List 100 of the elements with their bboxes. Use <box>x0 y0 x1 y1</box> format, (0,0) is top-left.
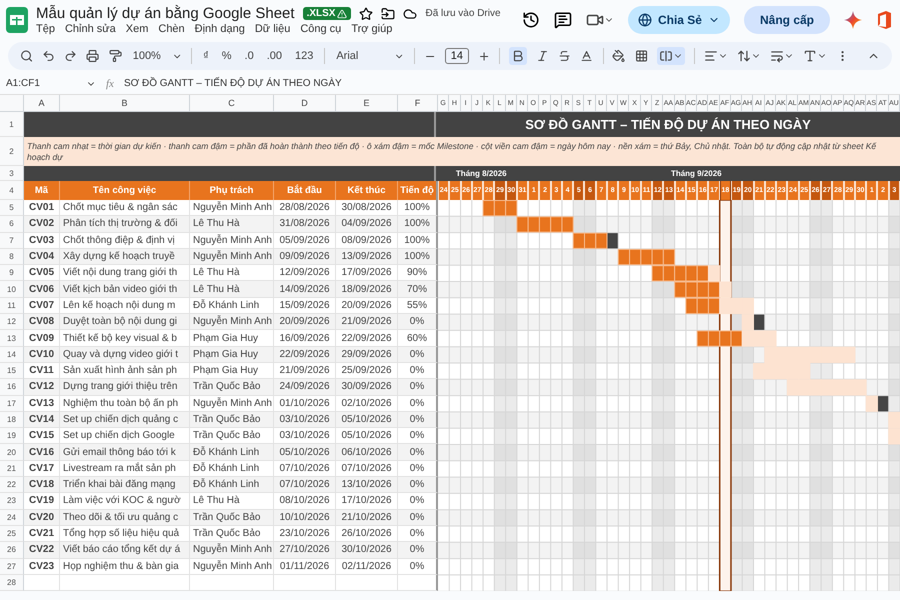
name-box[interactable]: A1:CF1 <box>6 78 76 89</box>
font-dropdown[interactable]: Arial <box>334 48 386 64</box>
strikethrough-icon[interactable] <box>558 49 572 63</box>
row-header[interactable]: 28 <box>0 574 24 592</box>
formula-input[interactable]: SƠ ĐỒ GANTT – TIẾN ĐỘ DỰ ÁN THEO NGÀY <box>124 78 342 89</box>
paint-format-icon[interactable] <box>108 49 122 63</box>
row-header[interactable]: 3 <box>0 166 24 181</box>
row-header[interactable]: 5 <box>0 200 24 216</box>
share-button[interactable]: Chia Sẻ <box>628 6 730 34</box>
row-header[interactable]: 1 <box>0 112 24 137</box>
merge-icon[interactable] <box>658 49 673 63</box>
percent-format-button[interactable]: % <box>220 48 234 64</box>
document-title[interactable]: Mẫu quản lý dự án bằng Google Sheet <box>36 5 295 22</box>
plus-icon[interactable] <box>478 50 490 62</box>
number-format-button[interactable]: 123 <box>293 48 316 64</box>
menu-item[interactable]: Trợ giúp <box>351 23 392 35</box>
table-header: Tên công việc <box>60 181 190 200</box>
table-cell: Viết nội dung trang giới th <box>60 265 190 282</box>
zoom-dropdown[interactable]: 100% <box>130 48 163 64</box>
history-icon[interactable] <box>522 11 540 29</box>
table-cell: 0% <box>398 314 438 330</box>
align-left-icon[interactable] <box>704 49 718 63</box>
text-rotation-icon[interactable] <box>802 49 817 63</box>
row-header[interactable]: 15 <box>0 362 24 380</box>
menu-item[interactable]: Định dạng <box>194 23 245 35</box>
row-header[interactable]: 21 <box>0 460 24 478</box>
redo-icon[interactable] <box>64 49 78 63</box>
row-header[interactable]: 19 <box>0 428 24 444</box>
borders-icon[interactable] <box>634 49 648 63</box>
upgrade-button[interactable]: Nâng cấp <box>744 6 830 34</box>
comment-icon[interactable] <box>554 11 572 29</box>
file-type-badge[interactable]: .XLSX <box>302 7 352 20</box>
row-header[interactable]: 27 <box>0 558 24 575</box>
row-header[interactable]: 24 <box>0 510 24 526</box>
sheets-logo-icon[interactable] <box>6 7 28 33</box>
table-cell: 90% <box>398 265 438 282</box>
table-cell: Viết kịch bản video giới th <box>60 281 190 298</box>
font-size-field[interactable]: 14 <box>444 48 469 64</box>
row-header[interactable]: 12 <box>0 314 24 330</box>
column-header[interactable]: A <box>24 95 60 112</box>
column-header[interactable]: E <box>336 95 398 112</box>
vertical-align-icon[interactable] <box>736 49 751 63</box>
row-header[interactable]: 2 <box>0 137 24 166</box>
decrease-decimals-button[interactable]: .0 <box>242 48 256 64</box>
sparkle-icon[interactable] <box>844 11 862 29</box>
row-header[interactable]: 9 <box>0 265 24 282</box>
move-folder-icon[interactable] <box>381 6 396 20</box>
table-cell: Thiết kế bộ key visual & b <box>60 330 190 347</box>
row-header[interactable]: 6 <box>0 216 24 233</box>
star-icon[interactable] <box>359 6 374 20</box>
row-header[interactable]: 23 <box>0 493 24 510</box>
increase-decimals-button[interactable]: .00 <box>264 48 284 64</box>
row-header[interactable]: 4 <box>0 181 24 200</box>
table-cell: 16/09/2026 <box>274 330 336 347</box>
table-cell: Theo dõi & tối ưu quảng c <box>60 510 190 526</box>
office-app-icon[interactable] <box>876 11 892 29</box>
text-wrap-icon[interactable] <box>770 49 784 63</box>
print-icon[interactable] <box>86 49 100 63</box>
column-header[interactable]: F <box>398 95 438 112</box>
row-header[interactable]: 7 <box>0 232 24 249</box>
table-cell: Duyệt toàn bộ nội dung gi <box>60 314 190 330</box>
menu-item[interactable]: Chỉnh sửa <box>64 23 116 35</box>
warning-icon <box>337 8 348 18</box>
row-header[interactable]: 17 <box>0 396 24 412</box>
row-header[interactable]: 8 <box>0 248 24 266</box>
column-header[interactable]: B <box>60 95 190 112</box>
merge-cells-button[interactable] <box>656 47 685 65</box>
table-cell: Gửi email thông báo tới k <box>60 444 190 461</box>
menu-item[interactable]: Chèn <box>158 23 185 35</box>
row-header[interactable]: 16 <box>0 379 24 396</box>
row-header[interactable]: 25 <box>0 526 24 542</box>
menu-item[interactable]: Xem <box>126 23 148 35</box>
table-cell: CV21 <box>24 526 60 542</box>
currency-format-button[interactable]: ₫ <box>201 48 211 64</box>
menu-item[interactable]: Dữ liệu <box>254 23 290 35</box>
table-cell: CV01 <box>24 200 60 216</box>
italic-icon[interactable] <box>536 49 550 63</box>
row-header[interactable]: 18 <box>0 412 24 428</box>
row-header[interactable]: 22 <box>0 477 24 494</box>
undo-icon[interactable] <box>42 49 56 63</box>
column-header[interactable]: C <box>190 95 274 112</box>
menu-item[interactable]: Công cụ <box>300 23 342 35</box>
table-cell: 22/09/2026 <box>336 330 398 347</box>
row-header[interactable]: 26 <box>0 542 24 559</box>
table-cell: 23/10/2026 <box>274 526 336 542</box>
table-cell: Trần Quốc Bảo <box>190 510 274 526</box>
table-cell: CV20 <box>24 510 60 526</box>
row-header[interactable]: 14 <box>0 346 24 363</box>
row-header[interactable]: 13 <box>0 330 24 347</box>
table-cell: 05/10/2026 <box>274 444 336 461</box>
row-header[interactable]: 20 <box>0 444 24 461</box>
row-header[interactable]: 10 <box>0 281 24 298</box>
menu-item[interactable]: Tệp <box>36 23 55 35</box>
fill-color-icon[interactable] <box>612 49 626 63</box>
search-icon[interactable] <box>20 49 34 63</box>
row-header[interactable]: 11 <box>0 298 24 314</box>
column-header[interactable]: D <box>274 95 336 112</box>
text-color-icon[interactable] <box>580 49 594 63</box>
table-cell: Phạm Gia Huy <box>190 362 274 380</box>
table-cell: 100% <box>398 216 438 233</box>
